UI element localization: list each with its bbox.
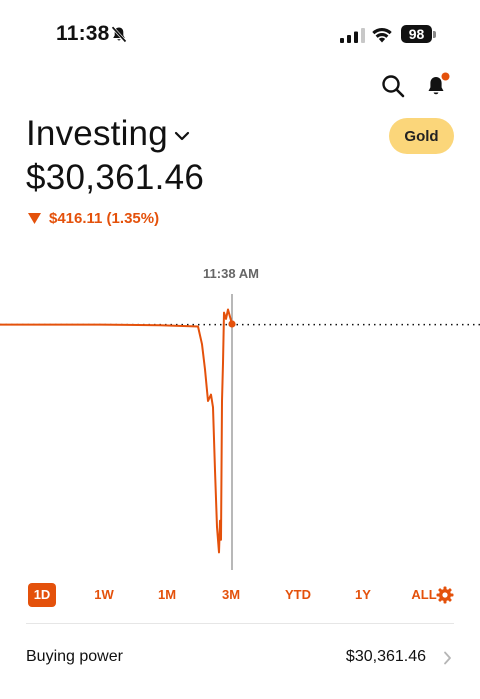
gold-button[interactable]: Gold [389, 118, 454, 154]
range-tab-1d[interactable]: 1D [27, 583, 57, 607]
divider [26, 623, 454, 624]
range-tab-3m[interactable]: 3M [222, 583, 240, 607]
price-line [0, 308, 233, 554]
current-point [228, 320, 236, 328]
account-selector[interactable]: Investing [26, 114, 190, 154]
notification-dot [441, 72, 450, 81]
range-tab-ytd[interactable]: YTD [285, 583, 311, 607]
buying-power-value: $30,361.46 [345, 648, 426, 665]
search-icon[interactable] [380, 73, 406, 99]
range-tabs: 1D 1W 1M 3M YTD 1Y ALL [0, 583, 480, 609]
portfolio-chart[interactable] [0, 290, 480, 580]
bell-slash-icon [111, 26, 127, 43]
page-title: Investing [26, 114, 168, 153]
wifi-icon [372, 28, 392, 43]
range-tab-1m[interactable]: 1M [158, 583, 176, 607]
buying-power-row[interactable]: Buying power $30,361.46 [26, 646, 454, 670]
portfolio-value: $30,361.46 [26, 158, 205, 197]
status-time: 11:38 [56, 22, 110, 45]
notifications-bell-icon[interactable] [424, 72, 452, 100]
range-tab-1w[interactable]: 1W [94, 583, 114, 607]
cellular-signal-icon [340, 28, 365, 43]
range-tab-1y[interactable]: 1Y [355, 583, 371, 607]
buying-power-label: Buying power [26, 648, 123, 665]
chevron-right-icon [444, 651, 451, 665]
battery-indicator: 98 [401, 25, 432, 43]
daily-change: $416.11 (1.35%) [28, 210, 159, 227]
status-bar: 11:38 98 [0, 0, 480, 70]
range-tab-all[interactable]: ALL [411, 583, 436, 607]
chevron-down-icon [174, 131, 189, 141]
down-triangle-icon [28, 213, 41, 224]
chart-time-label: 11:38 AM [203, 266, 259, 281]
change-text: $416.11 (1.35%) [49, 210, 160, 227]
investing-screen: 11:38 98 Investing Gold $30,361.46 $416.… [0, 0, 480, 699]
gear-icon[interactable] [436, 586, 454, 604]
battery-tip [433, 31, 436, 38]
